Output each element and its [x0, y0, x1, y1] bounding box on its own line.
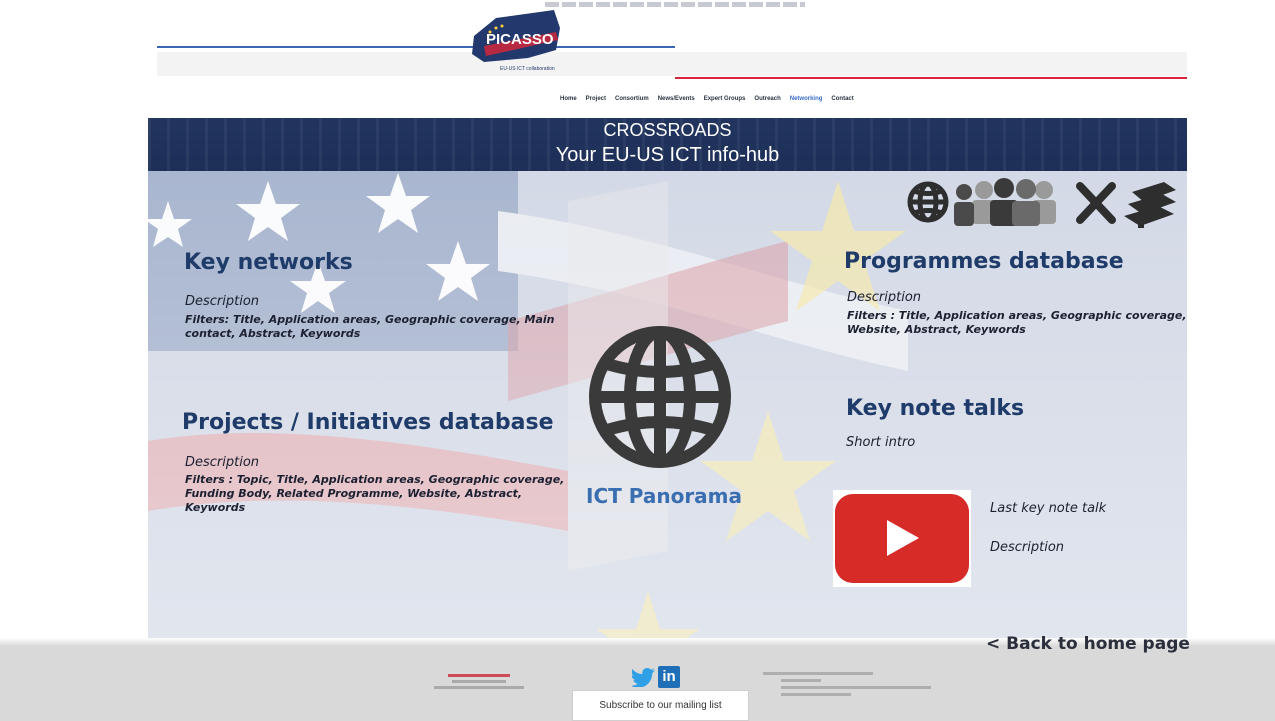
last-keynote-label[interactable]: Last key note talk	[990, 501, 1106, 516]
crossroads-banner: CROSSROADS Your EU-US ICT info-hub	[148, 118, 1187, 171]
header-blue-line	[157, 46, 675, 48]
header-strip	[157, 52, 1187, 76]
books-icon	[1124, 182, 1176, 228]
main-nav: Home Project Consortium News/Events Expe…	[560, 96, 854, 102]
last-keynote-description: Description	[990, 540, 1065, 555]
key-networks-filters: Filters: Title, Application areas, Geogr…	[185, 313, 555, 340]
twitter-feed	[763, 672, 931, 712]
subscribe-mailing-list-button[interactable]: Subscribe to our mailing list	[572, 690, 749, 721]
small-globe-icon	[907, 181, 949, 223]
people-icon	[954, 178, 1056, 226]
picasso-logo[interactable]: PICASSO EU-US ICT collaboration	[466, 6, 566, 78]
globe-icon[interactable]	[585, 322, 735, 472]
logo-text: PICASSO	[486, 31, 554, 48]
projects-description: Description	[185, 455, 260, 470]
linkedin-icon[interactable]: in	[658, 666, 680, 688]
programmes-database-title[interactable]: Programmes database	[844, 249, 1124, 274]
nav-home[interactable]: Home	[560, 96, 577, 102]
back-to-home-link[interactable]: < Back to home page	[986, 634, 1190, 654]
section-icons-row	[907, 178, 1176, 228]
nav-outreach[interactable]: Outreach	[754, 96, 780, 102]
programmes-filters: Filters : Title, Application areas, Geog…	[847, 309, 1187, 336]
projects-filters: Filters : Topic, Title, Application area…	[185, 473, 565, 514]
header-top-text	[545, 2, 805, 7]
ict-panorama-label[interactable]: ICT Panorama	[586, 484, 742, 508]
logo-subtext: EU-US ICT collaboration	[500, 66, 555, 72]
nav-networking[interactable]: Networking	[790, 96, 823, 102]
header-red-line	[675, 77, 1187, 79]
keynote-talks-title[interactable]: Key note talks	[846, 396, 1024, 421]
banner-subtitle: Your EU-US ICT info-hub	[555, 144, 780, 166]
youtube-thumbnail[interactable]	[833, 490, 971, 587]
nav-consortium[interactable]: Consortium	[615, 96, 649, 102]
twitter-icon[interactable]	[632, 667, 656, 687]
tools-icon	[1076, 182, 1116, 224]
footer-contact-block	[426, 674, 532, 692]
nav-contact[interactable]: Contact	[831, 96, 853, 102]
nav-news-events[interactable]: News/Events	[658, 96, 695, 102]
keynote-short-intro: Short intro	[846, 435, 916, 450]
nav-project[interactable]: Project	[586, 96, 606, 102]
projects-database-title[interactable]: Projects / Initiatives database	[182, 410, 554, 435]
key-networks-description: Description	[185, 294, 260, 309]
programmes-description: Description	[847, 290, 922, 305]
banner-title: CROSSROADS	[603, 120, 732, 140]
nav-expert-groups[interactable]: Expert Groups	[704, 96, 746, 102]
key-networks-title[interactable]: Key networks	[184, 250, 353, 275]
